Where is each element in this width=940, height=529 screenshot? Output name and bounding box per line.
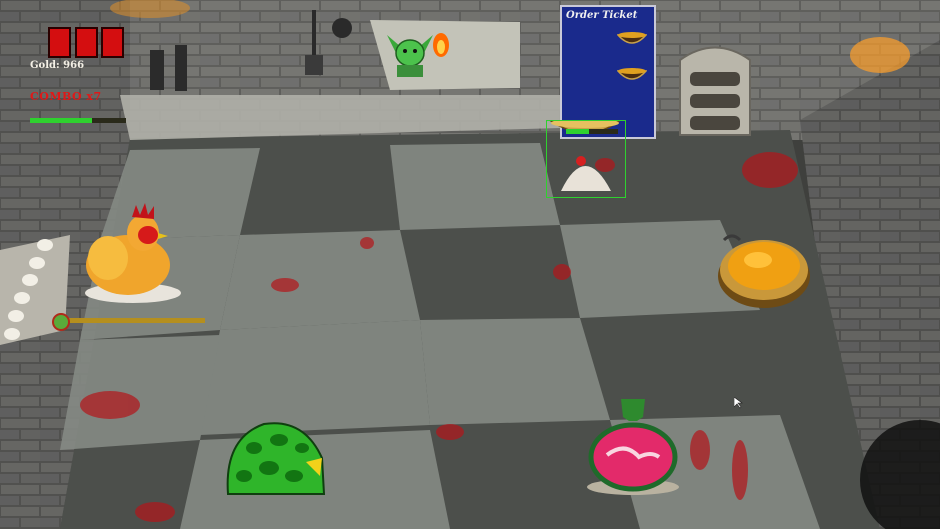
- life-icon: [101, 27, 124, 58]
- gold-counter: Gold: 966: [30, 60, 85, 71]
- chicken-timer-bar: [55, 318, 205, 323]
- green-slime[interactable]: [224, 418, 328, 498]
- customer-patience-bar: [566, 129, 618, 134]
- combo-counter: COMBO x7: [30, 90, 102, 103]
- combo-meter: [30, 118, 126, 123]
- chicken-timer-knob: [52, 313, 70, 331]
- orange-soup-pot[interactable]: [714, 226, 814, 312]
- mouse-cursor: [734, 397, 743, 409]
- order-ticket-title: Order Ticket: [566, 10, 638, 21]
- pink-potion[interactable]: [585, 395, 681, 497]
- combo-meter-fill: [30, 118, 93, 123]
- rooster[interactable]: [78, 203, 188, 307]
- life-icon: [48, 27, 71, 58]
- customer-patience-fill: [566, 129, 590, 134]
- soup-bowl-icon: [617, 68, 647, 80]
- life-icon: [75, 27, 98, 58]
- goblin-cook[interactable]: [383, 25, 453, 77]
- game-canvas[interactable]: Gold: 966 COMBO x7 Order Ticket: [0, 0, 940, 529]
- soup-bowl-icon: [617, 32, 647, 44]
- order-ticket: Order Ticket: [560, 5, 656, 139]
